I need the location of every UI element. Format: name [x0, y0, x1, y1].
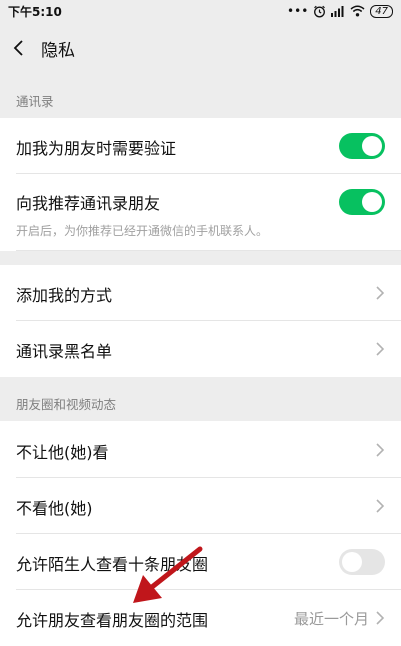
- status-bar: 下午5:10 ••• 47: [0, 0, 401, 22]
- row-label: 不看他(她): [16, 499, 93, 518]
- page-title: 隐私: [41, 40, 75, 61]
- more-dots-icon: •••: [287, 4, 309, 18]
- nav-bar: 隐私: [0, 22, 401, 74]
- verify-toggle[interactable]: [339, 133, 385, 159]
- row-label: 允许朋友查看朋友圈的范围: [16, 611, 209, 630]
- row-add-me-methods[interactable]: 添加我的方式: [0, 265, 401, 321]
- visible-range-value: 最近一个月: [293, 610, 369, 628]
- chevron-right-icon: [376, 286, 385, 300]
- chevron-right-icon: [376, 611, 385, 625]
- row-label: 允许陌生人查看十条朋友圈: [16, 555, 209, 574]
- row-moments-visible-range[interactable]: 允许朋友查看朋友圈的范围 最近一个月: [0, 590, 401, 646]
- signal-icon: [331, 6, 344, 17]
- row-hide-my-posts[interactable]: 不让他(她)看: [0, 421, 401, 478]
- section-header-contacts: 通讯录: [16, 94, 54, 109]
- row-label: 添加我的方式: [16, 286, 113, 305]
- chevron-right-icon: [376, 342, 385, 356]
- row-contact-blacklist[interactable]: 通讯录黑名单: [0, 321, 401, 377]
- row-label: 通讯录黑名单: [16, 342, 113, 361]
- row-label: 加我为朋友时需要验证: [16, 139, 177, 158]
- alarm-icon: [314, 5, 326, 17]
- status-icons: ••• 47: [287, 4, 393, 18]
- strangers-view-toggle[interactable]: [339, 549, 385, 575]
- wifi-icon: [350, 5, 365, 17]
- battery-icon: 47: [370, 4, 393, 18]
- row-label: 向我推荐通讯录朋友: [16, 194, 161, 213]
- row-hide-their-posts[interactable]: 不看他(她): [0, 478, 401, 534]
- section-header-moments: 朋友圈和视频动态: [16, 397, 117, 412]
- back-arrow-icon[interactable]: [10, 39, 28, 57]
- row-strangers-view-ten-posts[interactable]: 允许陌生人查看十条朋友圈: [0, 534, 401, 590]
- status-time: 下午5:10: [8, 4, 62, 19]
- row-label: 不让他(她)看: [16, 443, 109, 462]
- chevron-right-icon: [376, 443, 385, 457]
- recommend-toggle[interactable]: [339, 189, 385, 215]
- row-description: 开启后，为你推荐已经开通微信的手机联系人。: [16, 224, 269, 238]
- row-verify-friend-request[interactable]: 加我为朋友时需要验证: [0, 118, 401, 174]
- chevron-right-icon: [376, 499, 385, 513]
- row-recommend-contacts[interactable]: 向我推荐通讯录朋友 开启后，为你推荐已经开通微信的手机联系人。: [0, 174, 401, 251]
